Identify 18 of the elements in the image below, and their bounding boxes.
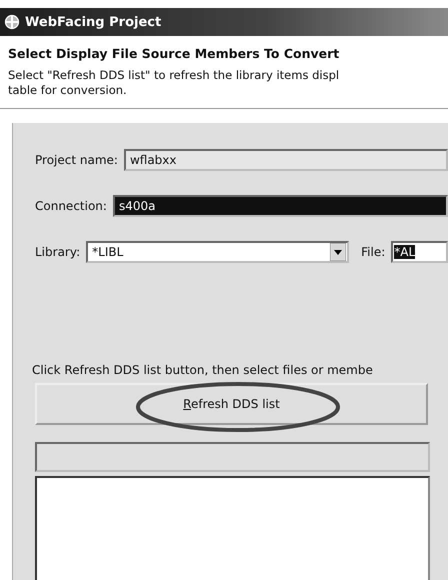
globe-icon	[4, 14, 20, 30]
description-text: Select "Refresh DDS list" to refresh the library items displ	[8, 68, 340, 83]
description-text: table for conversion.	[8, 83, 128, 98]
field-label: Connection:	[35, 199, 107, 213]
window-title: WebFacing Project	[25, 14, 162, 30]
instruction-text: Click Refresh DDS list button, then select files or membe	[32, 363, 374, 377]
library-dropdown[interactable]: *LIBL	[86, 241, 350, 263]
page-title: Select Display File Source Members To Convert	[8, 46, 340, 61]
field-label: Project name:	[35, 153, 118, 167]
file-field[interactable]: *AL	[391, 241, 448, 263]
connection-field[interactable]: s400a	[112, 195, 448, 217]
refresh-button[interactable]: Refresh DDS list	[35, 383, 428, 425]
project-name-field[interactable]: wflabxx	[124, 149, 448, 171]
field-label: Library:	[35, 245, 80, 259]
dropdown-value: *LIBL	[92, 245, 124, 259]
member-list[interactable]	[35, 476, 430, 580]
field-label: File:	[361, 245, 386, 259]
dropdown-arrow-icon[interactable]	[330, 243, 346, 261]
